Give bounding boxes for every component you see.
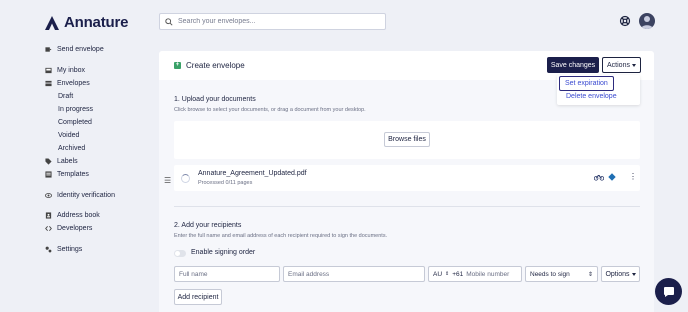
search-icon [165, 17, 173, 26]
settings-icon [45, 246, 52, 253]
document-row [174, 165, 640, 191]
sidebar-item-identity-verification[interactable]: Identity verification [45, 192, 115, 199]
options-label: Options [605, 270, 630, 278]
country-code-select[interactable]: AU [433, 271, 442, 278]
search-input[interactable] [178, 18, 378, 25]
recipients-section-title: 2. Add your recipients [174, 222, 242, 229]
document-name: Annature_Agreement_Updated.pdf [198, 170, 307, 177]
document-actions [594, 173, 616, 181]
sidebar-item-send-envelope[interactable]: Send envelope [45, 46, 104, 53]
recipient-role-select[interactable]: Needs to sign ⇕ [525, 266, 598, 282]
upload-section-title: 1. Upload your documents [174, 96, 256, 103]
create-plus-icon: + [174, 62, 181, 69]
sidebar-item-address-book[interactable]: Address book [45, 212, 100, 219]
logo-icon [45, 15, 59, 30]
user-avatar[interactable] [639, 13, 655, 29]
user-icon [641, 16, 653, 29]
recipients-section-hint: Enter the full name and email address of… [174, 233, 388, 239]
sidebar-item-label: Templates [57, 171, 89, 178]
sidebar-item-labels[interactable]: Labels [45, 158, 78, 165]
updown-arrows-icon: ⇕ [445, 271, 450, 277]
add-recipient-button[interactable]: Add recipient [174, 289, 222, 305]
send-icon [45, 47, 52, 52]
document-status: Processed 0/11 pages [198, 180, 253, 186]
mobile-number-input[interactable] [466, 270, 515, 278]
eye-icon [45, 193, 52, 198]
sidebar-item-label: Send envelope [57, 46, 104, 53]
inbox-icon [45, 67, 52, 74]
chat-bubble-icon [663, 286, 674, 297]
recipient-email-input[interactable] [283, 266, 425, 282]
sidebar-item-my-inbox[interactable]: My inbox [45, 67, 85, 74]
code-icon [45, 226, 52, 231]
recipient-role-value: Needs to sign [530, 270, 570, 278]
actions-button[interactable]: Actions [602, 57, 641, 73]
section-divider [174, 206, 640, 207]
menu-item-set-expiration[interactable]: Set expiration [559, 76, 614, 91]
actions-label: Actions [607, 61, 630, 69]
envelopes-icon [45, 80, 52, 87]
signing-order-label: Enable signing order [191, 249, 256, 256]
sidebar-item-label: Address book [57, 212, 100, 219]
save-changes-button[interactable]: Save changes [547, 57, 599, 73]
sidebar-item-archived[interactable]: Archived [58, 145, 85, 152]
document-more-icon[interactable]: ⋮ [629, 173, 637, 181]
logo-text: Annature [64, 14, 129, 31]
dial-code: +61 [452, 270, 464, 278]
sidebar-item-label: Envelopes [57, 80, 90, 87]
recipient-phone-field[interactable]: AU ⇕ +61 [428, 266, 522, 282]
edit-fields-diamond-icon[interactable] [608, 173, 616, 181]
chat-launcher-button[interactable] [655, 278, 682, 305]
loading-spinner-icon [181, 174, 190, 183]
address-book-icon [45, 212, 52, 219]
caret-down-icon [631, 272, 636, 276]
signing-order-toggle[interactable] [174, 250, 186, 257]
browse-files-button[interactable]: Browse files [384, 132, 430, 147]
sidebar-item-label: My inbox [57, 67, 86, 74]
recipient-full-name-input[interactable] [174, 266, 280, 282]
sidebar-item-templates[interactable]: Templates [45, 171, 89, 178]
annature-logo[interactable]: Annature [44, 14, 128, 31]
menu-item-delete-envelope[interactable]: Delete envelope [566, 93, 617, 100]
caret-down-icon [631, 63, 636, 67]
page-title-text: Create envelope [186, 61, 245, 70]
view-bicycle-icon[interactable] [594, 174, 604, 181]
drag-handle-icon[interactable]: ☰ [164, 176, 171, 185]
sidebar-item-envelopes[interactable]: Envelopes [45, 80, 90, 87]
tag-icon [45, 158, 52, 165]
sidebar-item-label: Developers [57, 225, 93, 232]
sidebar-item-label: Labels [57, 158, 78, 165]
sidebar-item-settings[interactable]: Settings [45, 246, 82, 253]
sidebar-item-developers[interactable]: Developers [45, 225, 92, 232]
sidebar-item-completed[interactable]: Completed [58, 119, 92, 126]
help-lifebuoy-icon[interactable] [619, 15, 631, 27]
sidebar-item-label: Identity verification [57, 192, 115, 199]
sidebar-item-in-progress[interactable]: In progress [58, 106, 93, 113]
updown-arrows-icon: ⇕ [587, 271, 593, 278]
templates-icon [45, 171, 52, 178]
sidebar-item-draft[interactable]: Draft [58, 93, 73, 100]
recipient-options-button[interactable]: Options [601, 266, 640, 282]
sidebar-item-label: Settings [57, 246, 83, 253]
search-bar[interactable] [159, 13, 386, 30]
page-title: + Create envelope [174, 61, 245, 70]
sidebar-item-voided[interactable]: Voided [58, 132, 79, 139]
upload-section-hint: Click browse to select your documents, o… [174, 107, 366, 113]
